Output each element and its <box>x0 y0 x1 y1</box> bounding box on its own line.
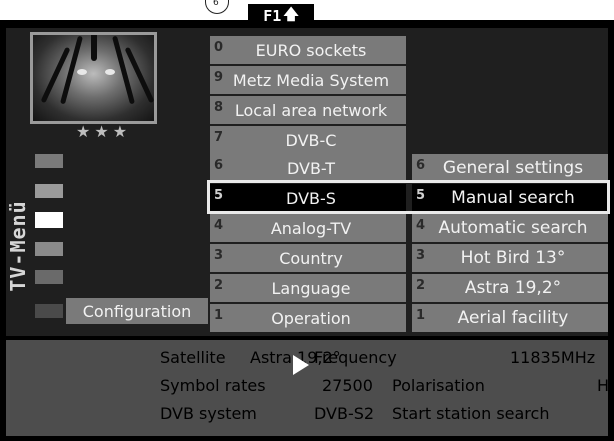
submenu-item-number: 1 <box>416 308 426 323</box>
start-station-search[interactable]: Start station search <box>392 404 549 423</box>
submenu-item-number: 6 <box>416 158 426 173</box>
dvb-system-label: DVB system <box>160 404 257 423</box>
menu-item-euro-sockets[interactable]: 0 EURO sockets <box>210 36 406 64</box>
tiger-stripe <box>91 35 97 61</box>
submenu-item-hot-bird[interactable]: 3 Hot Bird 13° <box>412 244 608 272</box>
menu-item-number: 2 <box>214 278 224 293</box>
tiger-eye <box>77 69 87 75</box>
side-menu-block[interactable] <box>35 154 63 168</box>
menu-item-number: 6 <box>214 158 224 173</box>
side-menu-block[interactable] <box>35 270 63 284</box>
dvb-system-value: DVB-S2 <box>314 404 375 423</box>
menu-item-dvb-t[interactable]: 6 DVB-T <box>210 154 406 182</box>
submenu-item-number: 3 <box>416 248 426 263</box>
satellite-label: Satellite <box>160 348 226 367</box>
up-arrow-icon: 🡅 <box>283 4 299 23</box>
menu-item-label: Operation <box>271 308 351 328</box>
menu-item-number: 4 <box>214 218 224 233</box>
tiger-stripe <box>112 35 135 105</box>
menu-item-number: 7 <box>214 130 224 145</box>
menu-item-label: Local area network <box>234 100 388 120</box>
tv-menu-title: TV-Menü <box>4 154 32 338</box>
side-menu-block[interactable] <box>35 184 63 198</box>
menu-item-label: Metz Media System <box>232 70 390 90</box>
play-arrow-icon <box>293 355 309 375</box>
polarisation-label: Polarisation <box>392 376 485 395</box>
menu-item-label: DVB-C <box>285 130 337 150</box>
menu-item-local-area-network[interactable]: 8 Local area network <box>210 96 406 124</box>
menu-item-number: 1 <box>214 308 224 323</box>
submenu-item-general-settings[interactable]: 6 General settings <box>412 154 608 182</box>
frequency-value: 11835MHz <box>510 348 596 367</box>
submenu-item-number: 2 <box>416 278 426 293</box>
submenu-item-number: 4 <box>416 218 426 233</box>
channel-hint-glyph: 6 <box>213 0 219 8</box>
selection-outline-main <box>207 180 409 214</box>
submenu-item-label: Automatic search <box>438 218 588 238</box>
menu-item-number: 3 <box>214 248 224 263</box>
menu-item-number: 8 <box>214 100 224 115</box>
menu-item-analog-tv[interactable]: 4 Analog-TV <box>210 214 406 242</box>
menu-item-number: 0 <box>214 40 224 55</box>
polarisation-value: H <box>597 376 610 395</box>
rating-stars: ★★★ <box>76 122 132 141</box>
side-menu-block[interactable] <box>35 304 63 318</box>
configuration-label[interactable]: Configuration <box>66 298 208 324</box>
tv-menu-title-text: TV-Menü <box>6 200 30 292</box>
selection-outline-sub <box>409 180 610 214</box>
symbol-rates-label: Symbol rates <box>160 376 266 395</box>
menu-item-number: 9 <box>214 70 224 85</box>
submenu-item-label: Hot Bird 13° <box>460 248 566 268</box>
side-menu-block[interactable] <box>35 242 63 256</box>
f1-help-button[interactable]: F1 🡅 <box>248 4 314 28</box>
submenu-item-automatic-search[interactable]: 4 Automatic search <box>412 214 608 242</box>
menu-item-operation[interactable]: 1 Operation <box>210 304 406 332</box>
menu-item-country[interactable]: 3 Country <box>210 244 406 272</box>
menu-item-label: Country <box>279 248 343 268</box>
menu-item-label: Language <box>271 278 351 298</box>
selection-connector <box>404 211 412 214</box>
submenu-item-astra[interactable]: 2 Astra 19,2° <box>412 274 608 302</box>
submenu-item-aerial-facility[interactable]: 1 Aerial facility <box>412 304 608 332</box>
submenu-item-label: Astra 19,2° <box>464 278 562 298</box>
tiger-eye <box>105 69 115 75</box>
side-menu-block-active[interactable] <box>35 212 63 228</box>
menu-item-dvb-c[interactable]: 7 DVB-C <box>210 126 406 154</box>
menu-item-metz-media-system[interactable]: 9 Metz Media System <box>210 66 406 94</box>
f1-label: F1 <box>263 7 282 25</box>
symbol-rates-value: 27500 <box>322 376 373 395</box>
menu-item-label: EURO sockets <box>255 40 367 60</box>
submenu-item-label: Aerial facility <box>457 308 569 328</box>
menu-item-label: DVB-T <box>286 158 336 178</box>
menu-item-language[interactable]: 2 Language <box>210 274 406 302</box>
submenu-item-label: General settings <box>442 158 584 178</box>
tv-preview-thumbnail <box>30 32 157 124</box>
frequency-label: Frequency <box>314 348 397 367</box>
menu-item-label: Analog-TV <box>270 218 352 238</box>
